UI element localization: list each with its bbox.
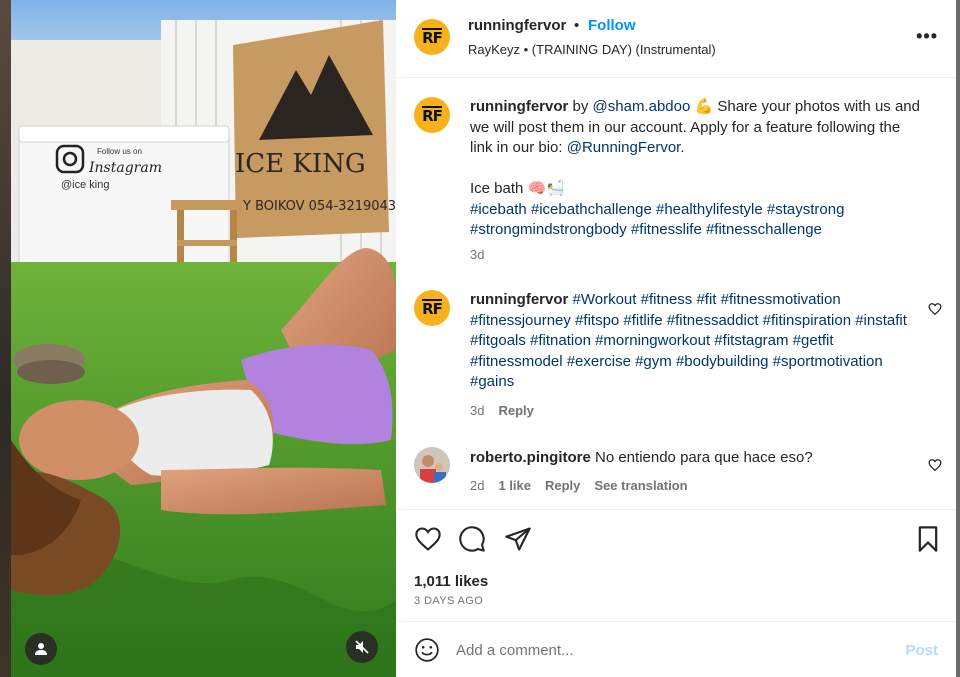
post-actions: 1,011 likes 3 DAYS AGO	[396, 509, 956, 621]
comment-meta: 2d 1 like Reply See translation	[470, 478, 702, 493]
caption-author-avatar[interactable]: RF	[414, 97, 450, 133]
share-paper-plane-icon[interactable]	[504, 525, 532, 553]
caption-username[interactable]: runningfervor	[470, 98, 568, 115]
svg-text:Instagram: Instagram	[88, 160, 162, 176]
post-date[interactable]: 3 DAYS AGO	[414, 595, 483, 607]
reply-button[interactable]: Reply	[545, 478, 580, 493]
like-count[interactable]: 1,011 likes	[414, 573, 488, 590]
reply-button[interactable]: Reply	[498, 403, 533, 418]
comment-username[interactable]: runningfervor	[470, 291, 568, 308]
caption-line2: Ice bath 🧠🛀	[470, 180, 565, 197]
comment-time[interactable]: 3d	[470, 403, 484, 418]
svg-text:Y BOIKOV 054-3219043: Y BOIKOV 054-3219043	[242, 199, 396, 214]
mute-button[interactable]	[346, 631, 378, 663]
svg-text:ICE KING: ICE KING	[235, 149, 366, 179]
post-details-panel: RF runningfervor • Follow RayKeyz • (TRA…	[396, 0, 956, 677]
comment-input[interactable]	[456, 636, 886, 664]
comment-meta: 3d Reply	[470, 403, 548, 418]
see-translation-button[interactable]: See translation	[594, 478, 687, 493]
post-header: RF runningfervor • Follow RayKeyz • (TRA…	[396, 0, 956, 78]
svg-text:Follow us on: Follow us on	[97, 147, 142, 156]
profile-photo-icon	[414, 447, 450, 483]
caption-mention[interactable]: @sham.abdoo	[593, 98, 691, 115]
background-strip	[0, 0, 11, 677]
post-photo: ICE KING Y BOIKOV 054-3219043 Follow us …	[11, 0, 396, 677]
commenter-avatar[interactable]: RF	[414, 290, 450, 326]
caption-text: runningfervor by @sham.abdoo 💪 Share you…	[470, 97, 920, 241]
comment-text: roberto.pingitore No entiendo para que h…	[470, 448, 920, 469]
comment-bubble-icon[interactable]	[458, 525, 486, 553]
comment-likes[interactable]: 1 like	[498, 478, 531, 493]
background-strip-right	[956, 0, 960, 677]
header-separator: •	[574, 17, 580, 34]
more-options-icon[interactable]: •••	[916, 26, 938, 47]
caption-time[interactable]: 3d	[470, 247, 484, 262]
caption-period: .	[680, 139, 685, 156]
like-heart-icon[interactable]	[414, 525, 442, 553]
emoji-smiley-icon[interactable]	[414, 637, 440, 663]
comments-list[interactable]: RF runningfervor by @sham.abdoo 💪 Share …	[396, 79, 956, 509]
comment-username[interactable]: roberto.pingitore	[470, 449, 591, 466]
flexed-biceps-emoji: 💪	[694, 98, 714, 115]
caption-by: by	[568, 98, 593, 115]
comment-body: No entiendo para que hace eso?	[595, 449, 813, 466]
bio-link-mention[interactable]: @RunningFervor	[567, 139, 681, 156]
commenter-avatar[interactable]	[414, 447, 450, 483]
speaker-muted-icon	[355, 640, 369, 654]
tagged-users-button[interactable]	[25, 633, 57, 665]
follow-button[interactable]: Follow	[588, 17, 636, 34]
svg-text:@ice king: @ice king	[61, 179, 109, 191]
audio-track-link[interactable]: RayKeyz • (TRAINING DAY) (Instrumental)	[468, 42, 716, 57]
post-media[interactable]: ICE KING Y BOIKOV 054-3219043 Follow us …	[11, 0, 396, 677]
post-comment-button[interactable]: Post	[905, 642, 938, 659]
author-avatar[interactable]: RF	[414, 19, 450, 55]
like-comment-heart-icon[interactable]	[928, 458, 942, 472]
user-icon	[35, 643, 47, 655]
author-username[interactable]: runningfervor	[468, 17, 566, 34]
caption-meta: 3d	[470, 247, 498, 262]
comment-text: runningfervor #Workout #fitness #fit #fi…	[470, 290, 920, 393]
add-comment-bar: Post	[396, 621, 956, 677]
comment-time[interactable]: 2d	[470, 478, 484, 493]
caption-hashtags[interactable]: #icebath #icebathchallenge #healthylifes…	[470, 200, 920, 241]
save-bookmark-icon[interactable]	[914, 525, 942, 553]
like-comment-heart-icon[interactable]	[928, 302, 942, 316]
